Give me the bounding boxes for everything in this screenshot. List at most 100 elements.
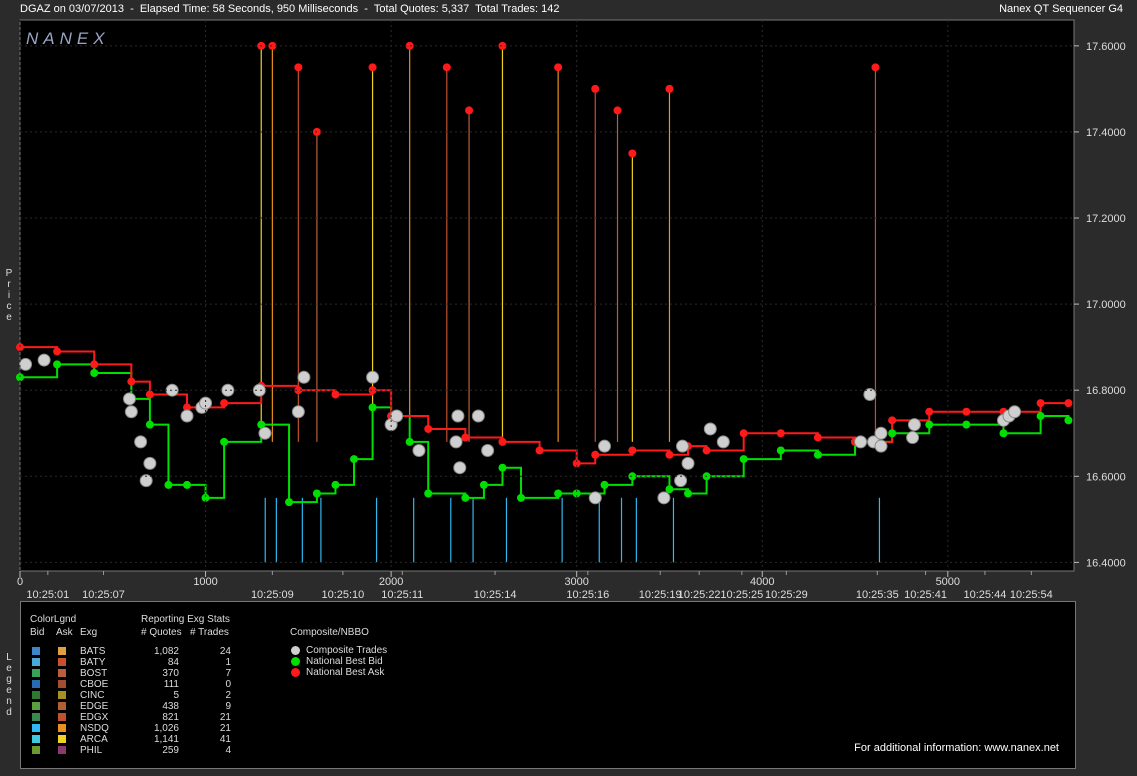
time-label: 10:25:16 xyxy=(566,589,609,600)
time-label: 10:25:14 xyxy=(474,589,517,600)
exchange-trades: 1 xyxy=(225,657,231,668)
national-best-bid-point xyxy=(479,480,488,489)
national-best-bid-point xyxy=(350,455,359,464)
exchange-name: NSDQ xyxy=(80,723,109,734)
time-label: 10:25:44 xyxy=(964,589,1007,600)
price-chart: 16.4000 16.6000 16.8000 17.0000 17.2000 17.40… xyxy=(16,19,1126,600)
exchange-trades: 21 xyxy=(219,712,231,723)
ask-color-swatch xyxy=(58,647,66,655)
national-best-bid-point xyxy=(220,437,229,446)
national-best-ask-marker xyxy=(291,668,300,677)
time-label: 10:25:09 xyxy=(251,589,294,600)
ask-spike-point xyxy=(294,63,303,72)
legend-color-title: ColorLgnd xyxy=(30,614,77,625)
composite-trade-point xyxy=(297,370,311,384)
bid-color-swatch xyxy=(32,713,40,721)
bid-color-swatch xyxy=(32,658,40,666)
national-best-bid-point xyxy=(461,493,470,502)
national-best-bid-point xyxy=(53,360,62,369)
ask-color-swatch xyxy=(58,724,66,732)
national-best-bid-point xyxy=(90,368,99,377)
composite-trade-point xyxy=(588,491,602,505)
composite-trade-point xyxy=(703,422,717,436)
composite-trade-point xyxy=(453,461,467,475)
national-best-bid-point xyxy=(1064,416,1073,425)
national-best-bid-point xyxy=(285,498,294,507)
composite-trade-point xyxy=(19,357,33,371)
ask-color-swatch xyxy=(58,735,66,743)
national-best-ask-point xyxy=(461,433,470,442)
exchange-trades: 7 xyxy=(225,668,231,679)
ask-color-swatch xyxy=(58,658,66,666)
composite-trade-point xyxy=(657,491,671,505)
national-best-ask-point xyxy=(16,343,24,352)
y-tick-label: 17.0000 xyxy=(1086,299,1126,311)
national-best-ask-point xyxy=(665,450,674,459)
time-label: 10:25:07 xyxy=(82,589,125,600)
composite-trade-point xyxy=(37,353,51,367)
bid-color-swatch xyxy=(32,680,40,688)
exchange-name: CINC xyxy=(80,690,105,701)
composite-trade-point xyxy=(681,456,695,470)
ask-spike-point xyxy=(613,106,622,115)
y-tick-label: 17.2000 xyxy=(1086,213,1126,225)
exchange-name: ARCA xyxy=(80,734,108,745)
exchange-quotes: 1,082 xyxy=(153,646,179,657)
legend-panel: ColorLgnd Reporting Exg Stats Bid Ask Ex… xyxy=(20,601,1076,769)
ask-color-swatch xyxy=(58,680,66,688)
legend-stats-title: Reporting Exg Stats xyxy=(141,614,230,625)
national-best-bid-marker xyxy=(291,657,300,666)
national-best-bid-point xyxy=(554,489,563,498)
national-best-ask-point xyxy=(53,347,62,356)
national-best-ask-point xyxy=(90,360,99,369)
exchange-trades: 4 xyxy=(225,745,231,756)
y-axis-title: Price xyxy=(5,268,13,323)
national-best-bid-point xyxy=(999,429,1008,438)
time-label: 10:25:25 xyxy=(720,589,763,600)
time-label: 10:25:10 xyxy=(321,589,364,600)
ask-spike-point xyxy=(871,63,880,72)
exchange-trades: 21 xyxy=(219,723,231,734)
national-best-ask-point xyxy=(145,390,154,399)
exchange-trades: 0 xyxy=(225,679,231,690)
ask-spike-point xyxy=(465,106,474,115)
composite-trade-point xyxy=(874,426,888,440)
composite-trade-point xyxy=(874,439,888,453)
composite-trade-point xyxy=(143,456,157,470)
bid-color-swatch xyxy=(32,746,40,754)
y-tick-label: 16.6000 xyxy=(1086,471,1126,483)
composite-trade-point xyxy=(906,431,920,445)
plot-area xyxy=(19,19,1075,572)
national-best-bid-point xyxy=(517,493,526,502)
exchange-name: BATS xyxy=(80,646,106,657)
ask-spike-point xyxy=(442,63,451,72)
y-tick-label: 16.4000 xyxy=(1086,557,1126,569)
composite-trade-point xyxy=(258,426,272,440)
national-best-ask-point xyxy=(220,399,229,408)
national-best-bid-point xyxy=(331,480,340,489)
x-tick-label: 1000 xyxy=(193,576,217,588)
national-best-ask-point xyxy=(591,450,600,459)
legend-col-bid: Bid xyxy=(30,627,45,638)
exchange-quotes: 1,026 xyxy=(153,723,179,734)
time-label: 10:25:54 xyxy=(1010,589,1053,600)
national-best-bid-point xyxy=(368,403,377,412)
legend-composite-trades: Composite Trades xyxy=(306,645,388,656)
exchange-quotes: 821 xyxy=(162,712,179,723)
composite-trade-point xyxy=(449,435,463,449)
x-tick-label: 5000 xyxy=(936,576,960,588)
bid-color-swatch xyxy=(32,669,40,677)
exchange-name: BOST xyxy=(80,668,108,679)
composite-trade-point xyxy=(366,370,380,384)
national-best-bid-point xyxy=(888,429,897,438)
national-best-bid-point xyxy=(1036,412,1045,421)
composite-trade-point xyxy=(134,435,148,449)
national-best-ask-point xyxy=(776,429,785,438)
x-tick-label: 0 xyxy=(17,576,23,588)
national-best-ask-point xyxy=(498,437,507,446)
composite-trade-point xyxy=(122,392,136,406)
exchange-trades: 24 xyxy=(219,646,231,657)
national-best-bid-point xyxy=(684,489,693,498)
national-best-ask-point xyxy=(888,416,897,425)
exchange-name: CBOE xyxy=(80,679,109,690)
